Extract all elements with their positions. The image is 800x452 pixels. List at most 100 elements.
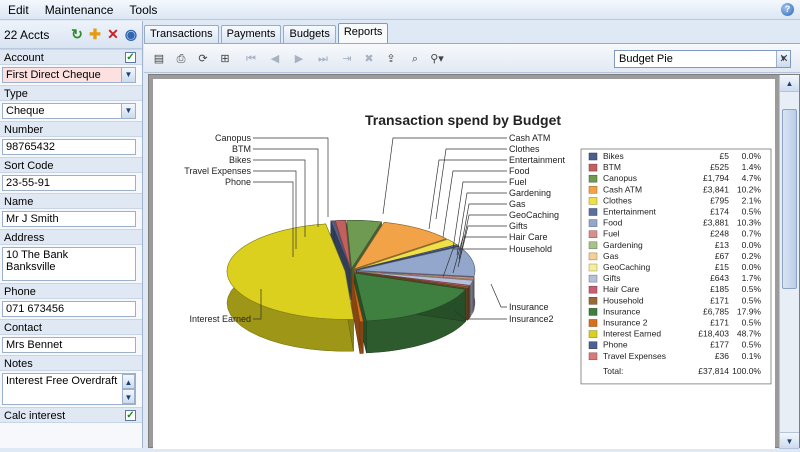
label-text: Address: [4, 232, 44, 244]
legend-total-label: Total:: [603, 366, 623, 376]
report-page: Transaction spend by Budget CanopusBTMBi…: [153, 79, 775, 449]
next-page-icon[interactable]: ▶: [292, 52, 306, 66]
print-preview-icon[interactable]: ▤: [152, 52, 166, 66]
field-label-name: Name: [0, 193, 142, 209]
callout-label: Bikes: [229, 155, 252, 165]
field-label-calc: Calc interest✓: [0, 407, 142, 423]
scroll-thumb[interactable]: [782, 109, 797, 289]
legend-percent: 0.7%: [742, 229, 762, 239]
tab-budgets[interactable]: Budgets: [283, 25, 335, 43]
report-type-select[interactable]: Budget Pie ▼: [614, 50, 791, 68]
legend-amount: £1,794: [703, 173, 729, 183]
legend-swatch: [589, 264, 597, 271]
legend-percent: 48.7%: [737, 329, 762, 339]
zoom-icon[interactable]: ⚲▾: [430, 52, 444, 66]
find-icon[interactable]: ⌕: [408, 52, 422, 66]
print-icon[interactable]: ⎙: [174, 52, 188, 66]
scroll-up-icon[interactable]: ▲: [122, 374, 135, 389]
legend-swatch: [589, 297, 597, 304]
tab-payments[interactable]: Payments: [221, 25, 282, 43]
legend-percent: 17.9%: [737, 306, 762, 316]
account-fields: Account✓First Direct Cheque▼TypeCheque▼N…: [0, 49, 142, 423]
number-input[interactable]: 98765432: [2, 139, 136, 155]
chevron-down-icon[interactable]: ▼: [121, 104, 135, 118]
legend-swatch: [589, 220, 597, 227]
chevron-down-icon[interactable]: ▼: [121, 68, 135, 82]
callout-label: Insurance2: [509, 314, 554, 324]
export-icon[interactable]: ⇪: [384, 52, 398, 66]
legend-swatch: [589, 286, 597, 293]
legend-name: Phone: [603, 340, 628, 350]
legend-name: Household: [603, 295, 644, 305]
legend-percent: 0.0%: [742, 151, 762, 161]
type-value: Cheque: [6, 105, 45, 117]
close-icon[interactable]: ✕: [776, 52, 792, 66]
delete-icon[interactable]: ✕: [106, 28, 120, 42]
legend-amount: £171: [710, 295, 729, 305]
first-page-icon[interactable]: ⏮: [244, 52, 258, 66]
legend-percent: 0.2%: [742, 251, 762, 261]
legend-amount: £13: [715, 240, 729, 250]
field-label-number: Number: [0, 121, 142, 137]
scroll-up-icon[interactable]: ▲: [780, 75, 799, 92]
tree-icon[interactable]: ⊞: [218, 52, 232, 66]
legend-name: Entertainment: [603, 207, 657, 217]
legend-percent: 2.1%: [742, 195, 762, 205]
legend-name: Clothes: [603, 195, 632, 205]
notes-input[interactable]: Interest Free Overdraft▲▼: [2, 373, 136, 405]
legend-amount: £185: [710, 284, 729, 294]
account-panel: 22 Accts ↻ ✚ ✕ ◉ Account✓First Direct Ch…: [0, 21, 143, 448]
callout-label: Canopus: [215, 133, 252, 143]
add-icon[interactable]: ✚: [88, 28, 102, 42]
contact-input[interactable]: Mrs Bennet: [2, 337, 136, 353]
legend-name: Food: [603, 218, 623, 228]
tab-reports[interactable]: Reports: [338, 23, 389, 43]
legend-amount: £3,881: [703, 218, 729, 228]
scroll-down-icon[interactable]: ▼: [122, 389, 135, 404]
notes-scroll[interactable]: ▲▼: [122, 374, 135, 404]
field-label-sort: Sort Code: [0, 157, 142, 173]
callout-line: [383, 138, 507, 214]
report-toolbar: ▤ ⎙ ⟳ ⊞ ⏮ ◀ ▶ ⏭ ⇥ ✖ ⇪ ⌕ ⚲▾ Budget Pie ▼ …: [144, 43, 800, 73]
field-label-notes: Notes: [0, 355, 142, 371]
type-input[interactable]: Cheque ▼: [2, 103, 136, 119]
refresh-icon[interactable]: ⟳: [196, 52, 210, 66]
vertical-scrollbar[interactable]: ▲ ▼: [779, 75, 799, 449]
help-icon[interactable]: ?: [781, 3, 794, 16]
phone-input[interactable]: 071 673456: [2, 301, 136, 317]
chart-legend: Bikes£50.0%BTM£5251.4%Canopus£1,7944.7%C…: [581, 149, 771, 384]
checkbox-account[interactable]: ✓: [125, 52, 136, 63]
name-input[interactable]: Mr J Smith: [2, 211, 136, 227]
legend-amount: £177: [710, 340, 729, 350]
menu-edit[interactable]: Edit: [0, 3, 37, 17]
callout-line: [436, 149, 507, 219]
last-page-icon[interactable]: ⏭: [316, 52, 330, 66]
refresh-icon[interactable]: ↻: [70, 28, 84, 42]
goto-page-icon[interactable]: ⇥: [340, 52, 354, 66]
contact-value: Mrs Bennet: [6, 339, 62, 351]
callout-line: [453, 182, 507, 249]
scroll-down-icon[interactable]: ▼: [780, 432, 799, 449]
callout-label: Interest Earned: [189, 314, 251, 324]
address-input[interactable]: 10 The Bank Banksville: [2, 247, 136, 281]
field-label-address: Address: [0, 229, 142, 245]
chart-title: Transaction spend by Budget: [365, 112, 561, 128]
label-text: Account: [4, 52, 44, 64]
legend-name: Travel Expenses: [603, 351, 666, 361]
legend-swatch: [589, 164, 597, 171]
checkbox-calc[interactable]: ✓: [125, 410, 136, 421]
sort-input[interactable]: 23-55-91: [2, 175, 136, 191]
menu-maintenance[interactable]: Maintenance: [37, 3, 122, 17]
legend-percent: 0.5%: [742, 284, 762, 294]
legend-percent: 10.2%: [737, 184, 762, 194]
account-input[interactable]: First Direct Cheque ▼: [2, 67, 136, 83]
previous-page-icon[interactable]: ◀: [268, 52, 282, 66]
field-label-phone: Phone: [0, 283, 142, 299]
address-value: 10 The Bank Banksville: [6, 249, 68, 273]
field-label-contact: Contact: [0, 319, 142, 335]
stop-icon[interactable]: ✖: [362, 52, 376, 66]
tab-transactions[interactable]: Transactions: [144, 25, 219, 43]
menu-tools[interactable]: Tools: [121, 3, 165, 17]
help-icon[interactable]: ◉: [124, 28, 138, 42]
account-value: First Direct Cheque: [6, 69, 101, 81]
